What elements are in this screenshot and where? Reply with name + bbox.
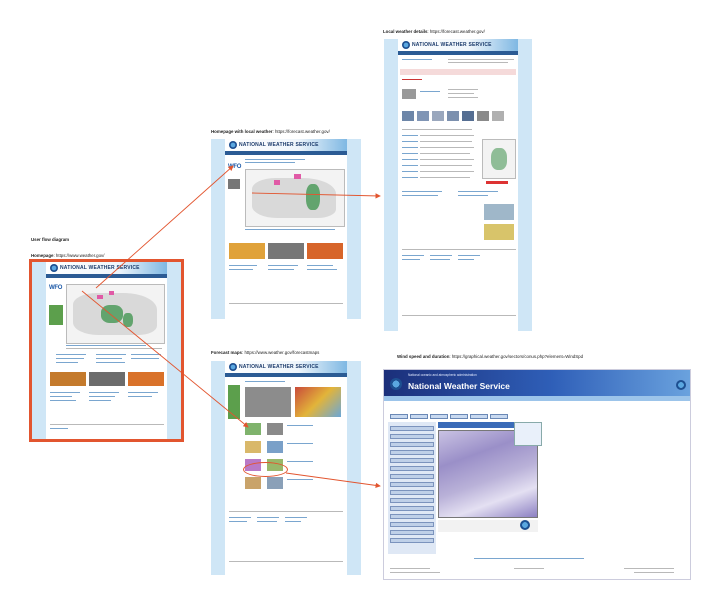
arrow-local-to-details — [251, 192, 381, 199]
arrow-homepage-to-local — [95, 165, 234, 289]
arrow-forecast-to-wind — [285, 472, 381, 489]
flow-arrows — [81, 165, 381, 489]
arrow-homepage-to-forecast — [81, 290, 249, 428]
